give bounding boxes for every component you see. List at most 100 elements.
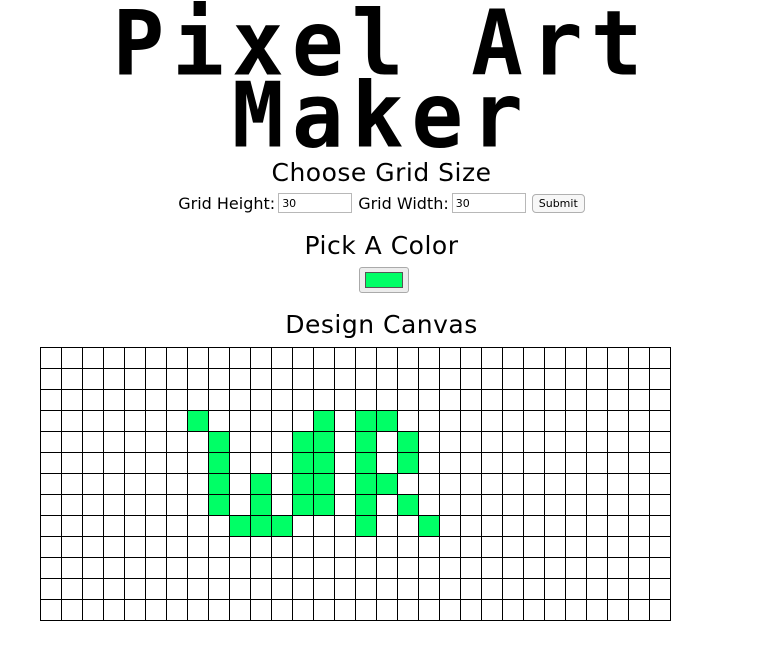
canvas-cell[interactable] <box>292 536 314 558</box>
canvas-cell[interactable] <box>103 536 125 558</box>
canvas-cell[interactable] <box>313 557 335 579</box>
canvas-cell[interactable] <box>250 515 272 537</box>
canvas-cell[interactable] <box>250 473 272 495</box>
canvas-cell[interactable] <box>271 557 293 579</box>
canvas-cell[interactable] <box>544 410 566 432</box>
canvas-cell[interactable] <box>523 368 545 390</box>
canvas-cell[interactable] <box>271 494 293 516</box>
canvas-cell[interactable] <box>355 410 377 432</box>
canvas-cell[interactable] <box>229 557 251 579</box>
canvas-cell[interactable] <box>229 473 251 495</box>
canvas-cell[interactable] <box>376 452 398 474</box>
canvas-cell[interactable] <box>61 473 83 495</box>
canvas-cell[interactable] <box>628 473 650 495</box>
canvas-cell[interactable] <box>376 473 398 495</box>
canvas-cell[interactable] <box>103 347 125 369</box>
canvas-cell[interactable] <box>61 452 83 474</box>
canvas-cell[interactable] <box>544 473 566 495</box>
canvas-cell[interactable] <box>187 494 209 516</box>
canvas-cell[interactable] <box>229 410 251 432</box>
canvas-cell[interactable] <box>124 410 146 432</box>
canvas-cell[interactable] <box>607 389 629 411</box>
grid-height-input[interactable] <box>278 193 353 213</box>
canvas-cell[interactable] <box>61 347 83 369</box>
canvas-cell[interactable] <box>502 557 524 579</box>
canvas-cell[interactable] <box>292 578 314 600</box>
canvas-cell[interactable] <box>460 578 482 600</box>
canvas-cell[interactable] <box>334 599 356 621</box>
canvas-cell[interactable] <box>649 347 671 369</box>
canvas-cell[interactable] <box>82 389 104 411</box>
canvas-cell[interactable] <box>40 494 62 516</box>
canvas-cell[interactable] <box>103 431 125 453</box>
canvas-cell[interactable] <box>523 557 545 579</box>
canvas-cell[interactable] <box>544 389 566 411</box>
canvas-cell[interactable] <box>82 452 104 474</box>
canvas-cell[interactable] <box>103 494 125 516</box>
canvas-cell[interactable] <box>61 410 83 432</box>
canvas-cell[interactable] <box>145 431 167 453</box>
canvas-cell[interactable] <box>145 599 167 621</box>
canvas-cell[interactable] <box>145 347 167 369</box>
canvas-cell[interactable] <box>481 578 503 600</box>
canvas-cell[interactable] <box>397 536 419 558</box>
canvas-cell[interactable] <box>145 536 167 558</box>
canvas-cell[interactable] <box>397 557 419 579</box>
canvas-cell[interactable] <box>586 536 608 558</box>
canvas-cell[interactable] <box>397 473 419 495</box>
canvas-cell[interactable] <box>607 347 629 369</box>
canvas-cell[interactable] <box>649 431 671 453</box>
canvas-cell[interactable] <box>460 599 482 621</box>
canvas-cell[interactable] <box>628 536 650 558</box>
canvas-cell[interactable] <box>229 599 251 621</box>
canvas-cell[interactable] <box>250 452 272 474</box>
canvas-cell[interactable] <box>586 347 608 369</box>
canvas-cell[interactable] <box>313 410 335 432</box>
canvas-cell[interactable] <box>166 557 188 579</box>
canvas-cell[interactable] <box>229 347 251 369</box>
canvas-cell[interactable] <box>460 536 482 558</box>
canvas-cell[interactable] <box>649 557 671 579</box>
canvas-cell[interactable] <box>334 557 356 579</box>
canvas-cell[interactable] <box>61 599 83 621</box>
color-picker[interactable] <box>359 267 409 293</box>
canvas-cell[interactable] <box>397 368 419 390</box>
canvas-cell[interactable] <box>145 368 167 390</box>
canvas-cell[interactable] <box>187 515 209 537</box>
canvas-cell[interactable] <box>271 389 293 411</box>
canvas-cell[interactable] <box>607 368 629 390</box>
canvas-cell[interactable] <box>292 431 314 453</box>
canvas-cell[interactable] <box>250 368 272 390</box>
canvas-cell[interactable] <box>208 515 230 537</box>
canvas-cell[interactable] <box>187 410 209 432</box>
canvas-cell[interactable] <box>649 578 671 600</box>
canvas-cell[interactable] <box>439 536 461 558</box>
canvas-cell[interactable] <box>481 452 503 474</box>
canvas-cell[interactable] <box>544 515 566 537</box>
canvas-cell[interactable] <box>565 494 587 516</box>
canvas-cell[interactable] <box>145 557 167 579</box>
canvas-cell[interactable] <box>40 431 62 453</box>
canvas-cell[interactable] <box>124 347 146 369</box>
canvas-cell[interactable] <box>103 557 125 579</box>
canvas-cell[interactable] <box>523 494 545 516</box>
canvas-cell[interactable] <box>166 452 188 474</box>
canvas-cell[interactable] <box>649 536 671 558</box>
canvas-cell[interactable] <box>229 368 251 390</box>
canvas-cell[interactable] <box>481 473 503 495</box>
canvas-cell[interactable] <box>565 347 587 369</box>
canvas-cell[interactable] <box>586 557 608 579</box>
canvas-cell[interactable] <box>649 410 671 432</box>
canvas-cell[interactable] <box>334 368 356 390</box>
canvas-cell[interactable] <box>565 389 587 411</box>
canvas-cell[interactable] <box>271 410 293 432</box>
canvas-cell[interactable] <box>376 536 398 558</box>
canvas-cell[interactable] <box>565 557 587 579</box>
canvas-cell[interactable] <box>439 515 461 537</box>
canvas-cell[interactable] <box>418 557 440 579</box>
canvas-cell[interactable] <box>565 410 587 432</box>
canvas-cell[interactable] <box>250 494 272 516</box>
canvas-cell[interactable] <box>628 431 650 453</box>
canvas-cell[interactable] <box>313 431 335 453</box>
canvas-cell[interactable] <box>460 515 482 537</box>
